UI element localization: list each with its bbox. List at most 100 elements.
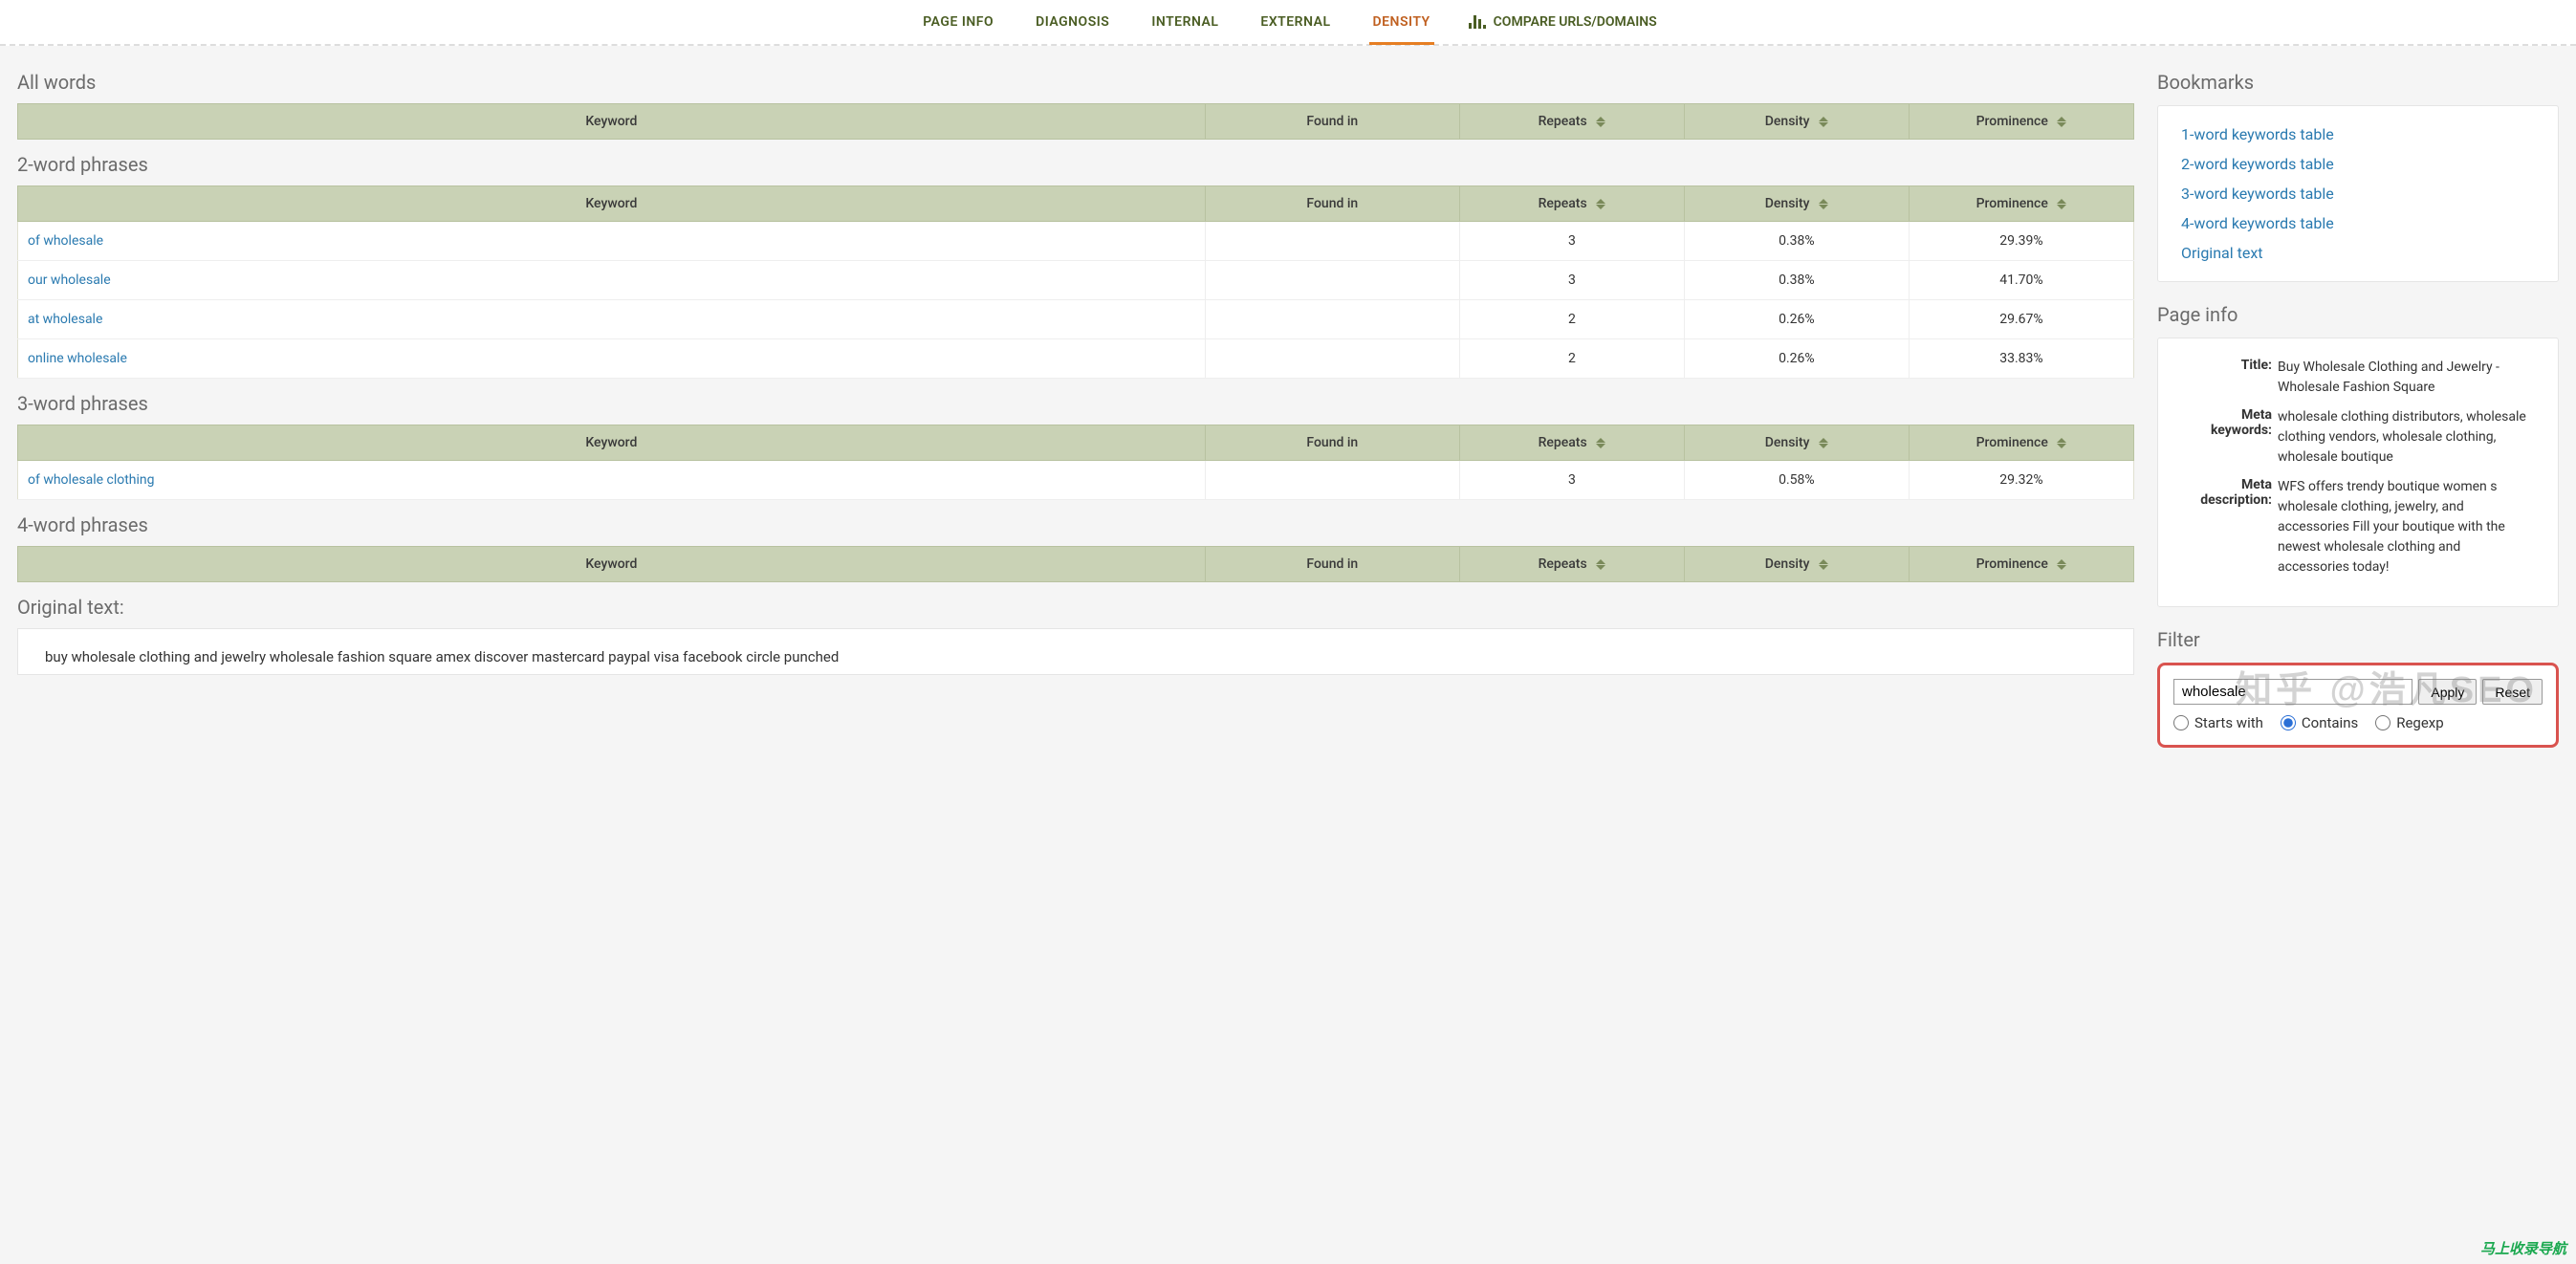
- filter-reset-button[interactable]: Reset: [2482, 679, 2543, 705]
- col-found-in[interactable]: Found in: [1205, 104, 1459, 140]
- cell-found-in: [1205, 300, 1459, 339]
- cell-prominence: 33.83%: [1909, 339, 2133, 379]
- section-all-words: All words KeywordFound inRepeats Density…: [17, 71, 2134, 140]
- cell-repeats: 2: [1459, 339, 1684, 379]
- keyword-link[interactable]: online wholesale: [28, 351, 127, 366]
- filter-radio-regexp[interactable]: Regexp: [2375, 714, 2443, 731]
- tab-compare[interactable]: COMPARE URLS/DOMAINS: [1469, 14, 1657, 30]
- sort-icon: [1596, 117, 1605, 127]
- col-prominence[interactable]: Prominence: [1909, 425, 2133, 461]
- pageinfo-title-value: Buy Wholesale Clothing and Jewelry - Who…: [2278, 358, 2535, 398]
- table-4word: KeywordFound inRepeats Density Prominenc…: [17, 546, 2134, 582]
- col-found-in[interactable]: Found in: [1205, 547, 1459, 582]
- bookmarks-card: 1-word keywords table 2-word keywords tab…: [2157, 105, 2559, 282]
- table-2word: KeywordFound inRepeats Density Prominenc…: [17, 185, 2134, 379]
- col-repeats[interactable]: Repeats: [1459, 104, 1684, 140]
- filter-radio-starts[interactable]: Starts with: [2173, 714, 2263, 731]
- col-repeats[interactable]: Repeats: [1459, 425, 1684, 461]
- bookmark-link[interactable]: 2-word keywords table: [2181, 155, 2535, 173]
- col-found-in[interactable]: Found in: [1205, 425, 1459, 461]
- sort-icon: [1819, 199, 1828, 209]
- sort-icon: [2057, 199, 2066, 209]
- col-keyword[interactable]: Keyword: [18, 104, 1206, 140]
- section-title-2word: 2-word phrases: [17, 153, 2134, 176]
- section-2word: 2-word phrases KeywordFound inRepeats De…: [17, 153, 2134, 379]
- keyword-link[interactable]: our wholesale: [28, 272, 111, 288]
- section-4word: 4-word phrases KeywordFound inRepeats De…: [17, 513, 2134, 582]
- tab-external[interactable]: EXTERNAL: [1256, 1, 1334, 43]
- col-prominence[interactable]: Prominence: [1909, 547, 2133, 582]
- filter-title: Filter: [2157, 628, 2559, 651]
- table-3word: KeywordFound inRepeats Density Prominenc…: [17, 425, 2134, 500]
- sort-icon: [1819, 117, 1828, 127]
- sidebar: Bookmarks 1-word keywords table 2-word ke…: [2157, 57, 2559, 748]
- cell-found-in: [1205, 339, 1459, 379]
- section-original-text: Original text: buy wholesale clothing an…: [17, 596, 2134, 675]
- table-all-words: KeywordFound inRepeats Density Prominenc…: [17, 103, 2134, 140]
- filter-radio-contains[interactable]: Contains: [2281, 714, 2358, 731]
- cell-density: 0.26%: [1684, 300, 1909, 339]
- bookmark-link[interactable]: Original text: [2181, 244, 2535, 262]
- bookmark-link[interactable]: 3-word keywords table: [2181, 185, 2535, 203]
- pageinfo-metadesc-label: Meta description:: [2181, 477, 2272, 578]
- bookmarks-title: Bookmarks: [2157, 71, 2559, 94]
- tab-diagnosis[interactable]: DIAGNOSIS: [1032, 1, 1113, 43]
- filter-input[interactable]: [2173, 679, 2412, 705]
- bar-chart-icon: [1469, 15, 1486, 29]
- sort-icon: [2057, 559, 2066, 570]
- col-density[interactable]: Density: [1684, 186, 1909, 222]
- cell-repeats: 3: [1459, 261, 1684, 300]
- sort-icon: [1819, 559, 1828, 570]
- pageinfo-card: Title: Buy Wholesale Clothing and Jewelr…: [2157, 338, 2559, 607]
- filter-box: Apply Reset Starts with Contains Regexp: [2157, 663, 2559, 748]
- cell-found-in: [1205, 461, 1459, 500]
- section-title-original: Original text:: [17, 596, 2134, 619]
- col-found-in[interactable]: Found in: [1205, 186, 1459, 222]
- section-3word: 3-word phrases KeywordFound inRepeats De…: [17, 392, 2134, 500]
- sort-icon: [2057, 117, 2066, 127]
- cell-density: 0.26%: [1684, 339, 1909, 379]
- top-nav: PAGE INFO DIAGNOSIS INTERNAL EXTERNAL DENSIT…: [0, 0, 2576, 46]
- table-row: online wholesale 20.26%33.83%: [18, 339, 2134, 379]
- sort-icon: [2057, 438, 2066, 448]
- col-repeats[interactable]: Repeats: [1459, 547, 1684, 582]
- table-row: at wholesale20.26%29.67%: [18, 300, 2134, 339]
- sort-icon: [1819, 438, 1828, 448]
- bookmark-link[interactable]: 1-word keywords table: [2181, 125, 2535, 143]
- cell-repeats: 2: [1459, 300, 1684, 339]
- cell-found-in: [1205, 261, 1459, 300]
- table-row: of wholesale30.38%29.39%: [18, 222, 2134, 261]
- pageinfo-metadesc-value: WFS offers trendy boutique women s whole…: [2278, 477, 2535, 578]
- col-keyword[interactable]: Keyword: [18, 425, 1206, 461]
- keyword-link[interactable]: of wholesale: [28, 233, 103, 249]
- tab-density[interactable]: DENSITY: [1369, 1, 1434, 43]
- col-repeats[interactable]: Repeats: [1459, 186, 1684, 222]
- cell-repeats: 3: [1459, 461, 1684, 500]
- pageinfo-metakeywords-value: wholesale clothing distributors, wholesa…: [2278, 407, 2535, 468]
- keyword-link[interactable]: at wholesale: [28, 312, 102, 327]
- tab-page-info[interactable]: PAGE INFO: [919, 1, 997, 43]
- col-prominence[interactable]: Prominence: [1909, 186, 2133, 222]
- pageinfo-title-label: Title:: [2181, 358, 2272, 398]
- main-content: All words KeywordFound inRepeats Density…: [17, 57, 2134, 748]
- bookmark-link[interactable]: 4-word keywords table: [2181, 214, 2535, 232]
- corner-badge: 马上收录导航: [2480, 1238, 2566, 1258]
- sort-icon: [1596, 559, 1605, 570]
- col-density[interactable]: Density: [1684, 104, 1909, 140]
- cell-prominence: 29.39%: [1909, 222, 2133, 261]
- original-text-body: buy wholesale clothing and jewelry whole…: [17, 628, 2134, 675]
- col-keyword[interactable]: Keyword: [18, 186, 1206, 222]
- col-keyword[interactable]: Keyword: [18, 547, 1206, 582]
- table-row: of wholesale clothing30.58%29.32%: [18, 461, 2134, 500]
- cell-density: 0.58%: [1684, 461, 1909, 500]
- filter-apply-button[interactable]: Apply: [2418, 679, 2477, 705]
- col-density[interactable]: Density: [1684, 547, 1909, 582]
- sort-icon: [1596, 199, 1605, 209]
- cell-repeats: 3: [1459, 222, 1684, 261]
- tab-internal[interactable]: INTERNAL: [1147, 1, 1222, 43]
- col-prominence[interactable]: Prominence: [1909, 104, 2133, 140]
- col-density[interactable]: Density: [1684, 425, 1909, 461]
- table-row: our wholesale30.38%41.70%: [18, 261, 2134, 300]
- keyword-link[interactable]: of wholesale clothing: [28, 472, 155, 488]
- pageinfo-metakeywords-label: Meta keywords:: [2181, 407, 2272, 468]
